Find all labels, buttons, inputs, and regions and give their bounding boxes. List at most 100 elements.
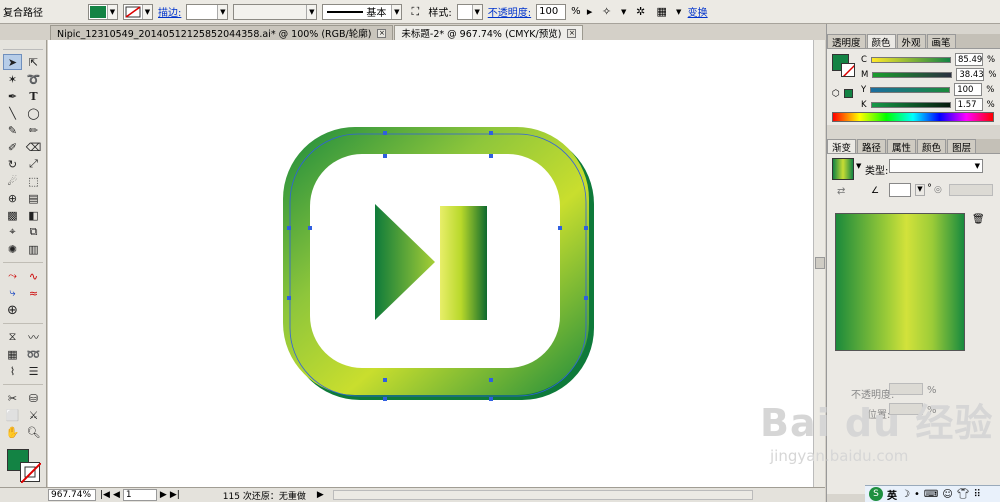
keyboard-icon[interactable]: ⌨ bbox=[924, 489, 938, 500]
channel-input[interactable]: 85.49 bbox=[954, 53, 983, 66]
channel-input[interactable]: 38.43 bbox=[956, 68, 985, 81]
fill-color-dropdown[interactable]: ▼ bbox=[88, 3, 118, 20]
shirt-icon[interactable]: 👕︎ bbox=[957, 489, 970, 500]
channel-slider[interactable] bbox=[870, 86, 951, 93]
slice-tool-icon[interactable]: ✂ bbox=[3, 390, 22, 406]
align-icon[interactable]: ☰ bbox=[24, 363, 43, 379]
user-icon[interactable]: ☺ bbox=[942, 489, 952, 500]
channel-input[interactable]: 100 bbox=[954, 83, 983, 96]
zoom-tool-icon[interactable]: 🔍︎ bbox=[24, 424, 43, 440]
scrollbar-thumb[interactable] bbox=[815, 257, 825, 269]
bounding-box-icon[interactable]: ⛶ bbox=[407, 4, 423, 20]
page-select[interactable]: 1 bbox=[122, 489, 157, 501]
status-menu-button[interactable]: ▶ bbox=[317, 490, 324, 500]
eyedropper-tool-icon[interactable]: ⌖ bbox=[3, 224, 22, 240]
tab-color[interactable]: 颜色 bbox=[866, 34, 896, 49]
stop-opacity-input[interactable] bbox=[889, 383, 923, 395]
variable-width-select[interactable]: ▼ bbox=[233, 3, 318, 20]
grid-icon[interactable]: ⠿ bbox=[973, 489, 980, 500]
stroke-link[interactable]: 描边: bbox=[158, 4, 181, 19]
tab-color-guide[interactable]: 颜色 bbox=[917, 139, 947, 154]
angle-dropdown[interactable]: ▼ bbox=[915, 184, 925, 196]
channel-slider[interactable] bbox=[870, 101, 951, 108]
target-tool-icon[interactable]: ⊕ bbox=[3, 302, 22, 318]
channel-slider[interactable] bbox=[872, 71, 953, 78]
tab-document-2[interactable]: 未标题-2* @ 967.74% (CMYK/预览) × bbox=[394, 25, 584, 40]
color-spectrum[interactable] bbox=[832, 112, 994, 122]
align-grid-icon[interactable]: ▦ bbox=[654, 4, 670, 20]
twirl-icon[interactable]: ➿ bbox=[24, 346, 43, 362]
brush-select[interactable]: 基本 ▼ bbox=[322, 3, 403, 20]
dot-icon[interactable]: • bbox=[914, 489, 920, 500]
gradient-type-select[interactable]: ▼ bbox=[889, 159, 983, 173]
gradient-preview-swatch[interactable] bbox=[832, 158, 854, 180]
gradient-tool-icon[interactable]: ◧ bbox=[24, 207, 43, 223]
graphic-style-select[interactable]: ▼ bbox=[456, 3, 483, 20]
channel-slider[interactable] bbox=[870, 56, 951, 63]
pencil-tool-icon[interactable]: ✏ bbox=[24, 122, 43, 138]
web-color-swatch[interactable] bbox=[844, 89, 853, 98]
panel-stroke-swatch[interactable] bbox=[841, 63, 855, 77]
aspect-ratio-input[interactable] bbox=[949, 184, 993, 196]
stop-location-input[interactable] bbox=[889, 403, 923, 415]
stroke-color-dropdown[interactable]: ▼ bbox=[123, 3, 153, 20]
ime-mode[interactable]: 英 bbox=[887, 487, 897, 502]
chevron-down-icon[interactable]: ▼ bbox=[856, 162, 861, 170]
trash-icon[interactable]: 🗑︎ bbox=[972, 214, 985, 225]
panel-grip[interactable] bbox=[3, 42, 43, 50]
paintbrush-tool-icon[interactable]: ✎ bbox=[3, 122, 22, 138]
vertical-scrollbar[interactable] bbox=[813, 40, 825, 487]
tab-transparency[interactable]: 透明度 bbox=[827, 34, 866, 49]
blob-brush-tool-icon[interactable]: ✐ bbox=[3, 139, 22, 155]
transform-link[interactable]: 变换 bbox=[688, 4, 708, 19]
knife-tool-icon[interactable]: ⚔ bbox=[24, 407, 43, 423]
hand-tool-icon[interactable]: ✋ bbox=[3, 424, 22, 440]
live-paint-tool-icon[interactable]: ⛁ bbox=[24, 390, 43, 406]
ellipse-tool-icon[interactable]: ◯ bbox=[24, 105, 43, 121]
tab-brushes[interactable]: 画笔 bbox=[926, 34, 956, 49]
rotate-tool-icon[interactable]: ↻ bbox=[3, 156, 22, 172]
prev-page-button[interactable]: ◀ bbox=[113, 490, 120, 500]
tab-document-1[interactable]: Nipic_12310549_20140512125852044358.ai* … bbox=[50, 25, 394, 40]
warp-tool-icon[interactable]: ☄ bbox=[3, 173, 22, 189]
width-tool-icon[interactable]: ⤳ bbox=[3, 268, 22, 284]
type-tool-icon[interactable]: T bbox=[24, 88, 43, 104]
close-icon[interactable]: × bbox=[567, 28, 577, 38]
expand-arrow-icon[interactable]: ▸ bbox=[586, 4, 594, 20]
sogou-icon[interactable]: S bbox=[869, 487, 883, 501]
tab-layers[interactable]: 图层 bbox=[947, 139, 977, 154]
blend-tool-icon[interactable]: ⧉ bbox=[24, 224, 43, 240]
angle-input[interactable] bbox=[889, 183, 911, 197]
selection-tool-icon[interactable]: ➤ bbox=[3, 54, 22, 70]
channel-input[interactable]: 1.57 bbox=[954, 98, 983, 111]
column-graph-tool-icon[interactable]: ▥ bbox=[24, 241, 43, 257]
line-tool-icon[interactable]: ╲ bbox=[3, 105, 22, 121]
direct-selection-tool-icon[interactable]: ⇱ bbox=[24, 54, 43, 70]
smooth-tool-icon[interactable]: ≈ bbox=[24, 285, 43, 301]
free-transform-tool-icon[interactable]: ⬚ bbox=[24, 173, 43, 189]
opacity-input[interactable]: 100 bbox=[536, 3, 567, 20]
artboard-canvas[interactable] bbox=[48, 40, 813, 487]
zoom-select[interactable]: 967.74% bbox=[48, 489, 96, 501]
reverse-gradient-icon[interactable]: ⇄ bbox=[837, 186, 845, 197]
wave-warp-icon[interactable]: 〰 bbox=[24, 329, 43, 345]
first-page-button[interactable]: |◀ bbox=[100, 490, 110, 500]
artboard-tool-icon[interactable]: ⬜ bbox=[3, 407, 22, 423]
tab-pathfinder[interactable]: 路径 bbox=[857, 139, 887, 154]
recolor-icon[interactable]: ✧ bbox=[599, 4, 615, 20]
next-page-button[interactable]: ▶ bbox=[160, 490, 167, 500]
opacity-link[interactable]: 不透明度: bbox=[488, 4, 531, 19]
path-join-icon[interactable]: ⌇ bbox=[3, 363, 22, 379]
magic-wand-tool-icon[interactable]: ✶ bbox=[3, 71, 22, 87]
gear-icon[interactable]: ✲ bbox=[633, 4, 649, 20]
last-page-button[interactable]: ▶| bbox=[170, 490, 180, 500]
envelope-warp-icon[interactable]: ⧖ bbox=[3, 329, 22, 345]
tab-attributes[interactable]: 属性 bbox=[887, 139, 917, 154]
moon-icon[interactable]: ☽ bbox=[901, 489, 910, 500]
perspective-grid-tool-icon[interactable]: ▤ bbox=[24, 190, 43, 206]
symbol-sprayer-tool-icon[interactable]: ✺ bbox=[3, 241, 22, 257]
eraser-tool-icon[interactable]: ⌫ bbox=[24, 139, 43, 155]
chevron-down-icon[interactable]: ▼ bbox=[620, 4, 628, 20]
close-icon[interactable]: × bbox=[377, 28, 387, 38]
shape-builder-tool-icon[interactable]: ⊕ bbox=[3, 190, 22, 206]
